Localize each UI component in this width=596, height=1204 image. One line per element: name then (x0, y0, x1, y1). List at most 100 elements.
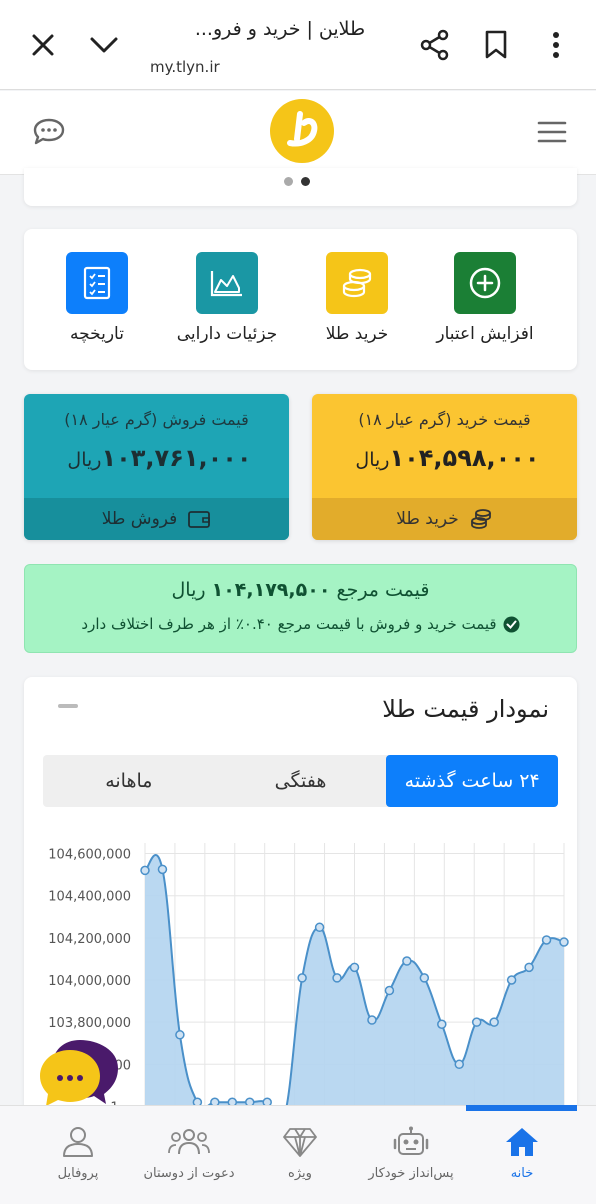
diamond-icon (283, 1128, 317, 1157)
data-point[interactable] (454, 1059, 464, 1070)
history-tile[interactable] (66, 252, 128, 314)
chat-dot-icon (57, 1075, 63, 1081)
data-point[interactable] (402, 956, 412, 966)
chevron-down-icon[interactable] (88, 30, 120, 60)
nav-home[interactable]: خانه (462, 1126, 582, 1181)
sell-gold-button-label: فروش طلا (101, 509, 178, 529)
buy-price-card: قیمت خرید (گرم عیار ۱۸) ۱۰۴,۵۹۸,۰۰۰ریال … (312, 394, 577, 540)
data-point[interactable] (297, 973, 307, 983)
buy-gold-button[interactable]: خرید طلا (312, 498, 577, 540)
wallet-icon (188, 511, 211, 528)
data-point[interactable] (419, 973, 430, 983)
sell-price-title: قیمت فروش (گرم عیار ۱۸) (64, 410, 249, 429)
logo-icon (270, 99, 334, 167)
reference-price-unit: ریال (171, 579, 206, 601)
slider-dot-active[interactable] (301, 177, 310, 186)
buy-price-title: قیمت خرید (گرم عیار ۱۸) (358, 410, 531, 429)
buy-gold-button-label: خرید طلا (396, 509, 459, 529)
reference-price-value: ۱۰۴,۱۷۹,۵۰۰ (211, 579, 331, 601)
action-label: افزایش اعتبار (436, 324, 534, 344)
buy-price-number: ۱۰۴,۵۹۸,۰۰۰ (389, 444, 540, 472)
sell-price-unit: ریال (67, 449, 102, 471)
close-icon[interactable] (28, 30, 58, 60)
home-icon (506, 1128, 538, 1156)
reference-note: قیمت خرید و فروش با قیمت مرجع ۰.۴۰٪ از ه… (81, 615, 497, 633)
data-point[interactable] (157, 864, 168, 875)
chart-period-tabs: ۲۴ ساعت گذشته هفتگی ماهانه (43, 755, 558, 807)
data-point[interactable] (524, 962, 534, 973)
reference-note-line: قیمت خرید و فروش با قیمت مرجع ۰.۴۰٪ از ه… (25, 615, 576, 633)
page-title: طلاین | خرید و فرو... (194, 18, 366, 40)
nav-label: ویژه (288, 1166, 312, 1181)
nav-invite-friends[interactable]: دعوت از دوستان (129, 1126, 249, 1181)
action-history[interactable]: تاریخچه (37, 252, 157, 344)
nav-label: دعوت از دوستان (143, 1166, 235, 1181)
chart-title: نمودار قیمت طلا (382, 695, 549, 723)
data-point[interactable] (140, 865, 150, 876)
nav-special[interactable]: ویژه (240, 1126, 360, 1181)
bottom-navigation: خانه پس‌انداز خودکار ویژه دعوت از دوستان… (0, 1105, 596, 1204)
nav-profile[interactable]: پروفایل (18, 1126, 138, 1181)
user-icon (63, 1127, 93, 1157)
support-chat-button[interactable] (40, 1036, 120, 1108)
area-chart-icon (210, 271, 242, 297)
chat-dot-icon (77, 1075, 83, 1081)
data-point[interactable] (506, 975, 517, 985)
data-point[interactable] (175, 1030, 185, 1040)
y-tick-label: 103,800,000 (48, 1016, 131, 1031)
reference-price-label: قیمت مرجع (336, 579, 430, 601)
browser-toolbar: طلاین | خرید و فرو... my.tlyn.ir (0, 0, 596, 90)
share-icon[interactable] (418, 28, 452, 62)
collapse-icon[interactable] (58, 704, 78, 708)
asset-details-tile[interactable] (196, 252, 258, 314)
nav-label: خانه (510, 1166, 534, 1181)
data-point[interactable] (559, 937, 569, 947)
action-buy-gold[interactable]: خرید طلا (297, 252, 417, 344)
data-point[interactable] (384, 985, 395, 996)
chat-icon[interactable] (32, 117, 66, 151)
tab-weekly[interactable]: هفتگی (215, 755, 387, 807)
sell-gold-button[interactable]: فروش طلا (24, 498, 289, 540)
action-asset-details[interactable]: جزئیات دارایی (167, 252, 287, 344)
action-label: جزئیات دارایی (176, 324, 278, 344)
action-label: خرید طلا (325, 324, 389, 344)
data-point[interactable] (367, 1015, 377, 1025)
data-point[interactable] (332, 973, 342, 983)
y-tick-label: 104,000,000 (48, 974, 131, 989)
slider-dot[interactable] (284, 177, 293, 186)
check-circle-icon (503, 616, 520, 632)
action-add-credit[interactable]: افزایش اعتبار (425, 252, 545, 344)
nav-active-indicator (466, 1105, 577, 1111)
data-point[interactable] (471, 1017, 482, 1027)
users-icon (168, 1129, 210, 1155)
data-point[interactable] (489, 1017, 499, 1027)
checklist-icon (83, 266, 111, 300)
data-point[interactable] (437, 1019, 447, 1030)
page-url: my.tlyn.ir (150, 58, 220, 76)
slider-dots (284, 177, 310, 186)
buy-price-unit: ریال (355, 449, 390, 471)
tab-monthly[interactable]: ماهانه (43, 755, 215, 807)
add-credit-tile[interactable] (454, 252, 516, 314)
data-point[interactable] (314, 922, 325, 933)
coins-icon (470, 509, 491, 529)
data-point[interactable] (541, 935, 552, 945)
coins-icon (342, 268, 372, 298)
y-tick-label: 104,400,000 (48, 890, 131, 905)
app-header (0, 91, 596, 175)
buy-price-value: ۱۰۴,۵۹۸,۰۰۰ریال (312, 444, 577, 472)
y-tick-label: 104,200,000 (48, 932, 131, 947)
nav-label: پروفایل (57, 1166, 99, 1181)
tab-24h[interactable]: ۲۴ ساعت گذشته (386, 755, 558, 807)
nav-label: پس‌انداز خودکار (368, 1166, 454, 1181)
plus-circle-icon (469, 267, 501, 299)
nav-auto-save[interactable]: پس‌انداز خودکار (351, 1126, 471, 1181)
bookmark-icon[interactable] (482, 28, 510, 62)
reference-price-line: قیمت مرجع ۱۰۴,۱۷۹,۵۰۰ ریال (25, 579, 576, 601)
sell-price-card: قیمت فروش (گرم عیار ۱۸) ۱۰۳,۷۶۱,۰۰۰ریال … (24, 394, 289, 540)
chat-dot-icon (67, 1075, 73, 1081)
menu-icon[interactable] (537, 120, 567, 148)
buy-gold-tile[interactable] (326, 252, 388, 314)
data-point[interactable] (349, 962, 360, 973)
more-vertical-icon[interactable] (546, 28, 566, 62)
